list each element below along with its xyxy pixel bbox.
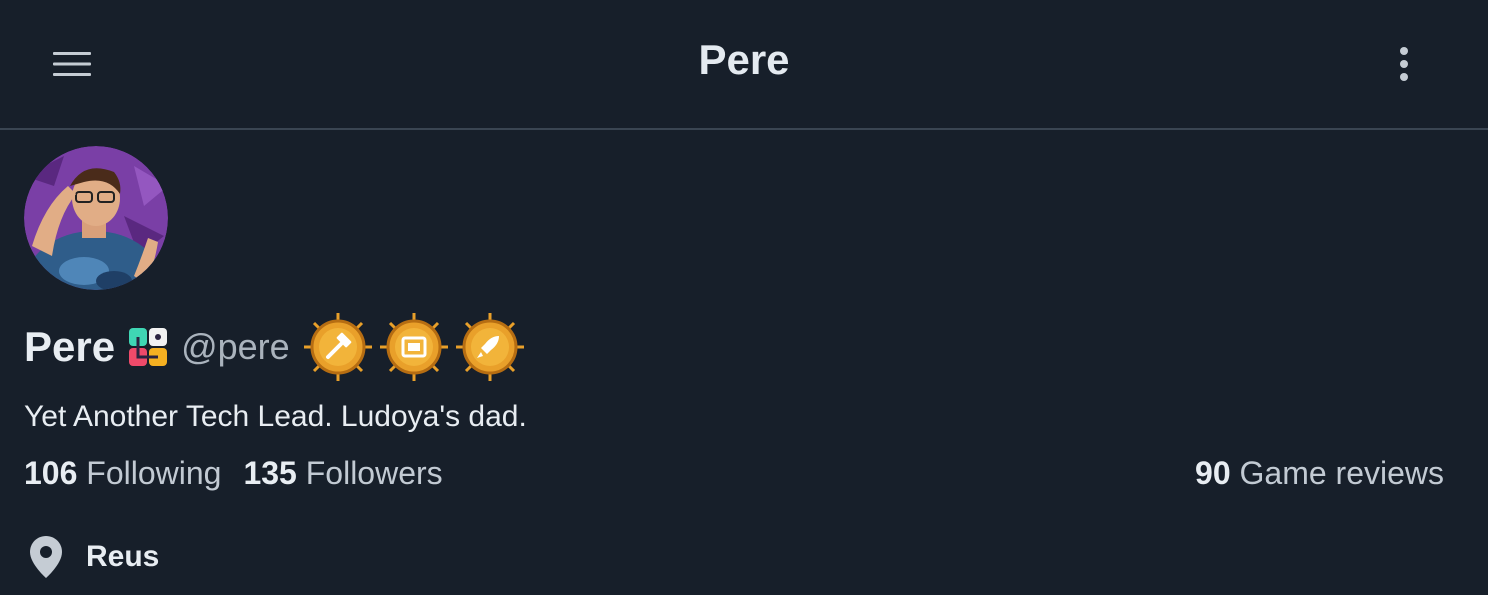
following-label: Following	[86, 455, 222, 491]
profile-bio: Yet Another Tech Lead. Ludoya's dad.	[24, 400, 527, 433]
profile-stats: 106 Following 135 Followers	[24, 455, 465, 492]
badges	[300, 312, 528, 382]
profile-name-row: Pere @pere	[24, 312, 528, 382]
location-pin-icon	[30, 536, 62, 578]
picture-frame-badge-icon[interactable]	[376, 312, 452, 382]
more-options-button[interactable]	[1384, 40, 1424, 88]
game-reviews-link[interactable]: 90 Game reviews	[1195, 455, 1444, 492]
reviews-count: 90	[1195, 455, 1231, 491]
profile-location: Reus	[30, 536, 159, 578]
colorful-app-icon	[129, 328, 168, 366]
user-handle: @pere	[181, 326, 290, 367]
followers-link[interactable]: 135 Followers	[243, 455, 442, 492]
followers-count: 135	[243, 455, 297, 491]
reviews-label: Game reviews	[1239, 455, 1445, 491]
display-name: Pere	[24, 323, 116, 370]
page-title: Pere	[698, 36, 790, 83]
top-app-bar: Pere	[0, 0, 1488, 130]
following-link[interactable]: 106 Following	[24, 455, 221, 492]
avatar[interactable]	[24, 146, 168, 290]
followers-label: Followers	[305, 455, 443, 491]
rocket-badge-icon[interactable]	[452, 312, 528, 382]
hammer-badge-icon[interactable]	[300, 312, 376, 382]
location-text: Reus	[86, 540, 160, 573]
vertical-dots-icon	[1400, 47, 1408, 81]
following-count: 106	[24, 455, 78, 491]
